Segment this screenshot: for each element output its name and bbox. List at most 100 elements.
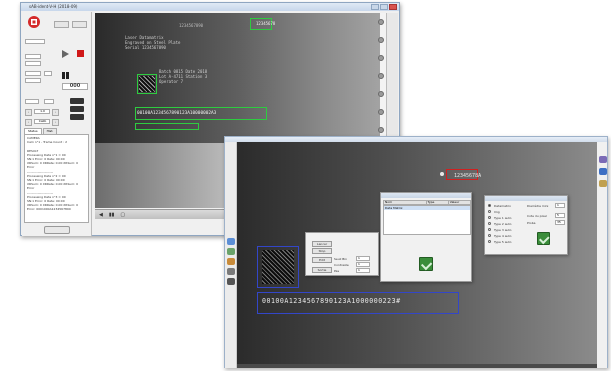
window-controls — [371, 4, 397, 10]
camera-icon[interactable] — [70, 114, 84, 120]
pixel-size-label: Cote du pixel — [527, 214, 547, 218]
ocr-line: Serial 1234567890 — [125, 45, 166, 50]
display-mode-field[interactable] — [25, 99, 39, 104]
back-button[interactable]: ◀ — [99, 212, 103, 218]
frame-button[interactable]: ▢ — [120, 212, 125, 218]
decoded-text: 00100A1234567890123A1000000223# — [262, 297, 401, 305]
col-name: Nom — [384, 201, 427, 204]
status-line: XRSum: 0 XRRate: 0.00 XRSum: 0 — [27, 182, 79, 187]
main-window-title: sAB-ident-V-H (2018-09) — [21, 3, 399, 11]
min-diameter-field[interactable]: 1 — [555, 203, 565, 208]
datamatrix-box — [257, 246, 299, 288]
option-label: Type 3 auto — [494, 227, 512, 232]
options-dialog: Datamatrix Img Type 1 auto Type 2 auto Type … — [484, 195, 568, 255]
image-icon[interactable] — [227, 238, 235, 245]
camera-icon[interactable] — [70, 98, 84, 104]
display-mode-select[interactable] — [44, 99, 54, 104]
top-code-text: 12345678 — [256, 21, 276, 26]
step-field[interactable]: 1 — [356, 268, 370, 273]
proba-label: Proba — [527, 221, 536, 225]
launch-button[interactable]: Lancer — [312, 241, 332, 247]
ok-icon[interactable] — [537, 232, 550, 245]
threshold-label: Seuil Bin — [334, 257, 348, 261]
hole-icon — [378, 109, 384, 115]
image-bottom-bar — [237, 364, 597, 368]
hole-icon — [378, 91, 384, 97]
option-label: Type 4 auto — [494, 233, 512, 238]
option-radio[interactable] — [488, 228, 491, 231]
contrast-field[interactable]: 1 — [356, 262, 370, 267]
param-field-4[interactable] — [25, 78, 41, 83]
option-label: Type 5 auto — [494, 239, 512, 244]
ok-icon[interactable] — [419, 257, 433, 271]
check-icon[interactable] — [227, 248, 235, 255]
maximize-button[interactable] — [380, 4, 388, 10]
zoom-out-button[interactable]: ‹ — [25, 109, 32, 116]
right-toolbar — [596, 142, 607, 368]
gear-icon[interactable] — [227, 268, 235, 275]
param-field-1[interactable] — [25, 54, 41, 59]
hole-icon — [378, 37, 384, 43]
strip-box-2 — [135, 123, 199, 130]
option-radio[interactable] — [488, 234, 491, 237]
option-radio[interactable] — [488, 222, 491, 225]
tool-icons — [70, 98, 84, 128]
step-icon[interactable] — [62, 72, 69, 79]
param-field-2[interactable] — [25, 61, 41, 66]
counter-display: 000 — [62, 83, 88, 90]
calib-field[interactable]: Calib — [34, 119, 50, 124]
stop-button[interactable]: Stop — [312, 248, 332, 254]
minimize-button[interactable] — [371, 4, 379, 10]
calib-prev-button[interactable]: ‹ — [25, 119, 32, 126]
param-field-5[interactable] — [44, 71, 52, 76]
zoom-in-button[interactable]: › — [52, 109, 59, 116]
hole-icon — [378, 55, 384, 61]
desktop: sAB-ident-V-H (2018-09) 000 ‹ 1.0 › ‹ Ca… — [0, 0, 611, 371]
zoom-value[interactable]: 1.0 — [34, 109, 50, 114]
open-button[interactable] — [54, 21, 69, 28]
hole-icon — [378, 127, 384, 133]
status-line: Error: 0001000A1234567890 — [27, 207, 71, 212]
status-line: XRSum: 0 XRRate: 0.00 XRSum: 0 — [27, 161, 79, 166]
calib-next-button[interactable]: › — [52, 119, 59, 126]
option-label: Datamatrix — [494, 203, 511, 208]
info-icon[interactable] — [599, 168, 607, 175]
ruler-icon[interactable] — [227, 278, 235, 285]
folder-icon[interactable] — [227, 258, 235, 265]
hole-icon — [378, 73, 384, 79]
threshold-field[interactable]: 1 — [356, 256, 370, 261]
pixel-size-field[interactable]: 5 — [555, 213, 565, 218]
save-button[interactable] — [72, 21, 87, 28]
proba-field[interactable]: 35 — [555, 220, 565, 225]
options-dialog-title — [485, 196, 567, 201]
bottom-action-button[interactable] — [44, 226, 70, 234]
option-label: Type 1 auto — [494, 215, 512, 220]
min-diameter-label: Diamètre mini — [527, 204, 549, 208]
exit-button[interactable]: Sortie — [312, 267, 332, 273]
camera-select[interactable] — [25, 39, 45, 44]
contrast-label: Contraste — [334, 263, 349, 267]
ocr-header-text: 1234567890 — [179, 23, 204, 28]
camera-icon[interactable] — [70, 106, 84, 112]
list-dialog-title — [381, 193, 471, 198]
param-field-3[interactable] — [25, 71, 41, 76]
option-radio[interactable] — [488, 204, 491, 207]
option-radio[interactable] — [488, 240, 491, 243]
status-lines: CAMERA Cam n°1 - Trame Count : 2 RESULT Pr… — [27, 136, 86, 212]
lock-icon[interactable] — [599, 180, 607, 187]
close-button[interactable] — [389, 4, 397, 10]
option-radio[interactable] — [488, 216, 491, 219]
list-body[interactable]: Data Matrix — [383, 205, 471, 235]
stop-icon[interactable] — [77, 50, 84, 57]
hole-icon — [378, 19, 384, 25]
option-radio[interactable] — [488, 210, 491, 213]
help-icon[interactable] — [599, 156, 607, 163]
play-icon[interactable] — [62, 50, 69, 58]
params-dialog: Lancer Stop Edit Sortie Seuil Bin 1 Cont… — [305, 232, 379, 276]
list-row[interactable]: Data Matrix — [384, 206, 470, 210]
datamatrix-box — [137, 74, 157, 94]
pause-button[interactable]: ▮▮ — [109, 212, 115, 218]
edit-button[interactable]: Edit — [312, 257, 332, 263]
top-code-text: 12345678A — [454, 173, 482, 179]
decoded-strip-text: 00100A1234567890123A10000002A3 — [137, 111, 217, 116]
